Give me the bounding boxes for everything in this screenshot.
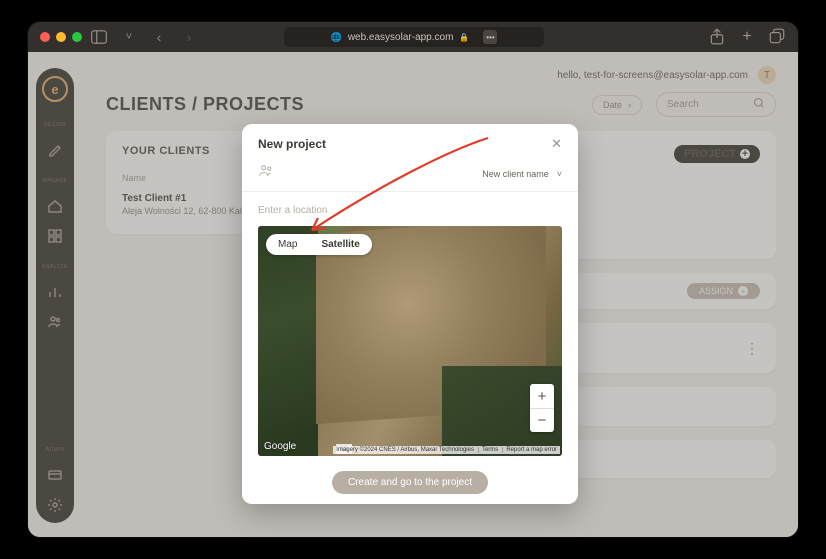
browser-topbar: ˅ ‹ › 🌐 web.easysolar-app.com 🔒 ••• + [28, 22, 798, 52]
dropdown-icon[interactable]: ˅ [120, 28, 138, 46]
back-icon[interactable]: ‹ [150, 28, 168, 46]
google-logo: Google [264, 441, 296, 452]
location-input-row [242, 192, 578, 226]
app-content: e DESIGN MANAGE ANALYZE ADMIN hello, tes… [28, 52, 798, 537]
map-tab[interactable]: Map [266, 234, 309, 255]
sidebar-toggle-icon[interactable] [90, 28, 108, 46]
zoom-out-button[interactable]: − [530, 408, 554, 432]
browser-window: ˅ ‹ › 🌐 web.easysolar-app.com 🔒 ••• + e … [28, 22, 798, 537]
create-project-button[interactable]: Create and go to the project [332, 471, 488, 494]
window-controls [40, 32, 82, 42]
map-type-toggle: Map Satellite [266, 234, 372, 255]
client-selector-row[interactable]: New client name ˅ [242, 160, 578, 192]
close-window-icon[interactable] [40, 32, 50, 42]
zoom-in-button[interactable]: + [530, 384, 554, 408]
maximize-window-icon[interactable] [72, 32, 82, 42]
address-bar[interactable]: 🌐 web.easysolar-app.com 🔒 ••• [284, 27, 544, 47]
chevron-down-icon: ˅ [557, 169, 562, 179]
url-text: web.easysolar-app.com [348, 32, 454, 43]
map-attribution: Imagery ©2024 CNES / Airbus, Maxar Techn… [333, 446, 560, 454]
reader-icon[interactable]: ••• [483, 30, 497, 44]
people-icon [258, 164, 274, 183]
globe-icon: 🌐 [331, 32, 342, 43]
tabs-icon[interactable] [768, 28, 786, 46]
close-icon[interactable]: ✕ [551, 136, 562, 152]
zoom-control: + − [530, 384, 554, 432]
map[interactable]: Map Satellite + − Google ⌨ Imagery ©2024… [258, 226, 562, 456]
modal-title: New project [258, 137, 326, 151]
lock-icon: 🔒 [459, 33, 469, 42]
new-tab-icon[interactable]: + [738, 28, 756, 46]
terms-link[interactable]: Terms [478, 447, 498, 453]
share-icon[interactable] [708, 28, 726, 46]
location-input[interactable] [258, 205, 562, 216]
new-client-label: New client name [482, 169, 549, 179]
new-project-modal: New project ✕ New client name ˅ Map Sate… [242, 124, 578, 504]
minimize-window-icon[interactable] [56, 32, 66, 42]
report-link[interactable]: Report a map error [502, 447, 557, 453]
forward-icon[interactable]: › [180, 28, 198, 46]
satellite-tab[interactable]: Satellite [309, 234, 371, 255]
